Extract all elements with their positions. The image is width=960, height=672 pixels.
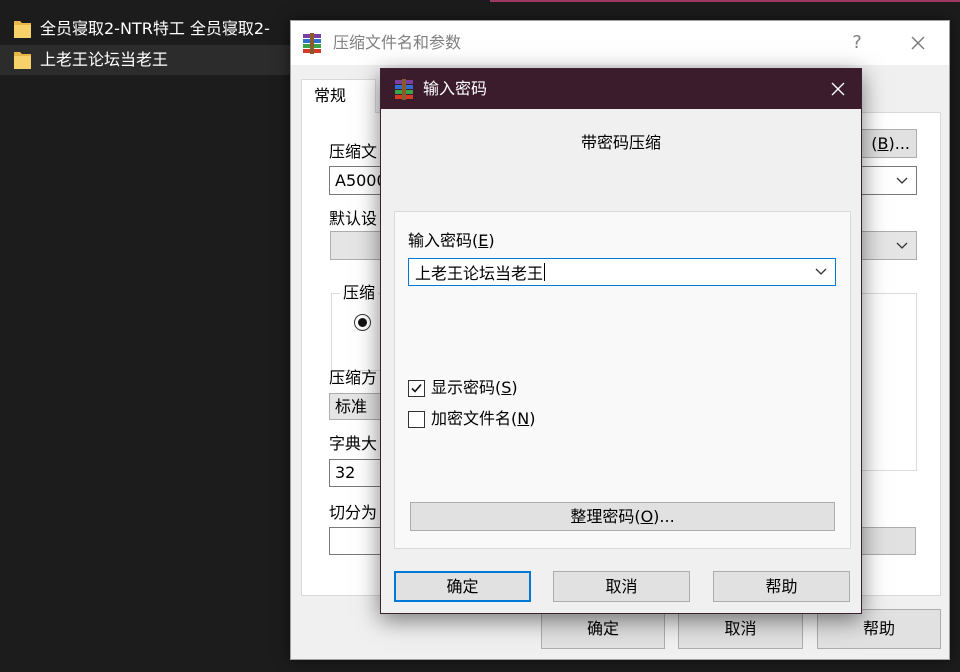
help-button[interactable]: 帮助: [817, 609, 941, 649]
dialog-title: 输入密码: [423, 79, 488, 98]
explorer-item[interactable]: 全员寝取2-NTR特工 全员寝取2-: [0, 14, 290, 44]
show-password-checkbox[interactable]: [408, 379, 425, 397]
show-password-option[interactable]: 显示密码(S): [408, 378, 518, 398]
title-bar[interactable]: 输入密码: [381, 69, 861, 109]
tab-general[interactable]: 常规: [301, 79, 376, 113]
password-combobox[interactable]: 上老王论坛当老王: [408, 258, 836, 286]
winrar-icon: [393, 78, 415, 100]
chevron-down-icon[interactable]: [896, 242, 908, 250]
archive-name-value: A5000: [335, 171, 387, 190]
explorer-item-label: 全员寝取2-NTR特工 全员寝取2-: [40, 19, 270, 38]
explorer-item-label: 上老王论坛当老王: [40, 50, 169, 69]
help-button[interactable]: 帮助: [713, 571, 850, 602]
enter-password-dialog: 输入密码 带密码压缩 输入密码(E) 上老王论坛当老王 显示密码(S) 加密文件…: [380, 68, 862, 614]
method-label: 压缩方: [329, 368, 378, 387]
method-value: 标准: [335, 397, 368, 416]
password-panel: 输入密码(E) 上老王论坛当老王 显示密码(S) 加密文件名(N) 整理密码(O…: [394, 211, 851, 549]
winrar-icon: [301, 32, 323, 54]
show-password-label: 显示密码(S): [431, 378, 518, 397]
explorer-item[interactable]: 上老王论坛当老王: [0, 45, 290, 75]
folder-icon: [14, 51, 31, 69]
dialog-title: 压缩文件名和参数: [333, 33, 462, 52]
encrypt-file-names-label: 加密文件名(N): [431, 409, 536, 428]
cancel-button[interactable]: 取消: [553, 571, 690, 602]
profiles-label: 默认设: [329, 209, 378, 228]
dialog-heading: 带密码压缩: [580, 133, 661, 152]
password-label: 输入密码(E): [408, 231, 495, 250]
archive-format-group-caption: 压缩: [340, 283, 379, 303]
help-button[interactable]: ?: [847, 21, 867, 65]
archive-name-label: 压缩文: [329, 142, 378, 161]
password-value: 上老王论坛当老王: [415, 264, 544, 283]
folder-icon: [14, 20, 31, 38]
organize-passwords-button[interactable]: 整理密码(O)...: [410, 502, 835, 531]
encrypt-file-names-checkbox[interactable]: [408, 410, 425, 428]
cancel-button[interactable]: 取消: [678, 609, 803, 649]
window-edge-strip: [490, 0, 960, 2]
ok-button[interactable]: 确定: [541, 609, 665, 649]
dictionary-label: 字典大: [329, 434, 378, 453]
chevron-down-icon[interactable]: [815, 268, 827, 276]
text-caret: [544, 263, 546, 281]
browse-button-label: (B)...: [871, 134, 910, 153]
title-bar[interactable]: 压缩文件名和参数 ?: [291, 21, 949, 65]
split-label: 切分为: [329, 503, 378, 522]
password-input-content[interactable]: 上老王论坛当老王: [415, 259, 546, 285]
radio-dot: [358, 318, 367, 327]
ok-button[interactable]: 确定: [394, 571, 531, 602]
format-radio[interactable]: [354, 314, 371, 331]
organize-passwords-label: 整理密码(O)...: [570, 507, 675, 526]
dictionary-value: 32: [335, 463, 356, 482]
chevron-down-icon[interactable]: [896, 177, 908, 185]
close-icon[interactable]: [815, 69, 861, 109]
encrypt-file-names-option[interactable]: 加密文件名(N): [408, 409, 535, 429]
close-icon[interactable]: [910, 35, 926, 51]
